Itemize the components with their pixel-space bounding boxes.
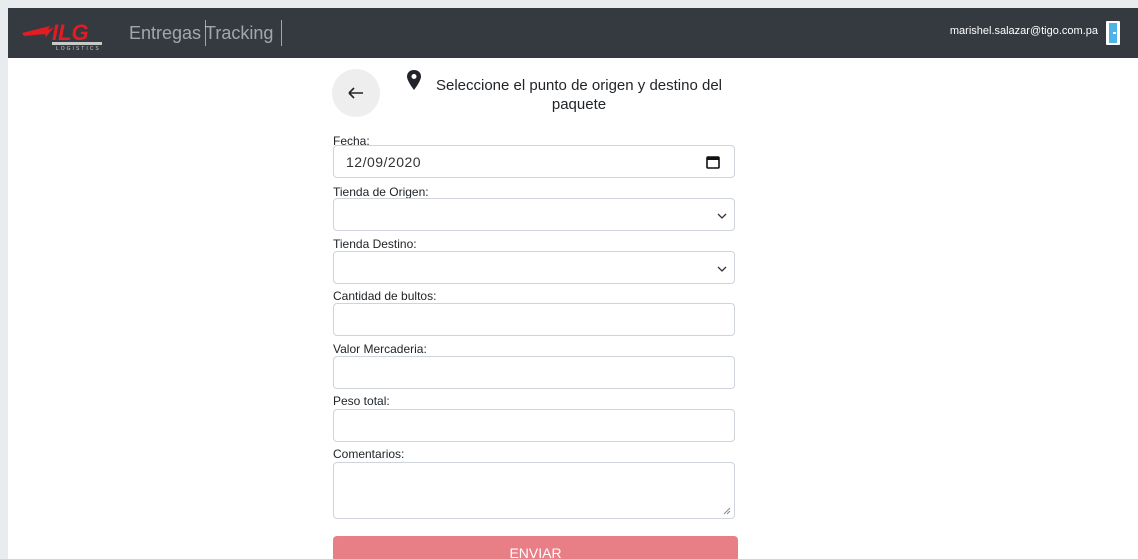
tienda-destino-label: Tienda Destino: (333, 237, 417, 251)
enviar-button[interactable]: ENVIAR (333, 536, 738, 559)
navbar: ILG LOGISTICS Entregas Tracking marishel… (8, 8, 1138, 58)
logout-door-icon[interactable] (1104, 21, 1126, 45)
chevron-down-icon (717, 213, 727, 219)
chevron-down-icon (717, 266, 727, 272)
resize-handle-icon[interactable] (723, 507, 731, 515)
comentarios-label: Comentarios: (333, 447, 405, 461)
comentarios-textarea[interactable] (333, 462, 735, 519)
calendar-icon[interactable] (706, 155, 720, 169)
peso-total-label: Peso total: (333, 394, 390, 408)
logo-text: ILG (52, 20, 89, 45)
cantidad-bultos-label: Cantidad de bultos: (333, 289, 437, 303)
back-arrow-icon (348, 87, 363, 99)
peso-total-input[interactable] (333, 409, 735, 442)
valor-mercaderia-label: Valor Mercaderia: (333, 342, 427, 356)
form-title: Seleccione el punto de origen y destino … (435, 77, 723, 113)
tienda-origen-label: Tienda de Origen: (333, 185, 429, 199)
tienda-origen-select[interactable] (333, 198, 735, 231)
cantidad-bultos-input[interactable] (333, 303, 735, 336)
tienda-destino-select[interactable] (333, 251, 735, 284)
company-logo[interactable]: ILG LOGISTICS (20, 13, 112, 53)
fecha-date-input[interactable]: 12/09/2020 (333, 145, 735, 178)
user-email: marishel.salazar@tigo.com.pa (949, 25, 1098, 37)
valor-mercaderia-input[interactable] (333, 356, 735, 389)
back-button[interactable] (332, 69, 380, 117)
nav-link-entregas[interactable]: Entregas (129, 20, 206, 46)
fecha-value: 12/09/2020 (346, 154, 422, 170)
logo-subtext: LOGISTICS (56, 46, 101, 52)
map-pin-icon (407, 70, 421, 90)
app-window: ILG LOGISTICS Entregas Tracking marishel… (8, 8, 1138, 559)
nav-link-tracking[interactable]: Tracking (205, 20, 282, 46)
